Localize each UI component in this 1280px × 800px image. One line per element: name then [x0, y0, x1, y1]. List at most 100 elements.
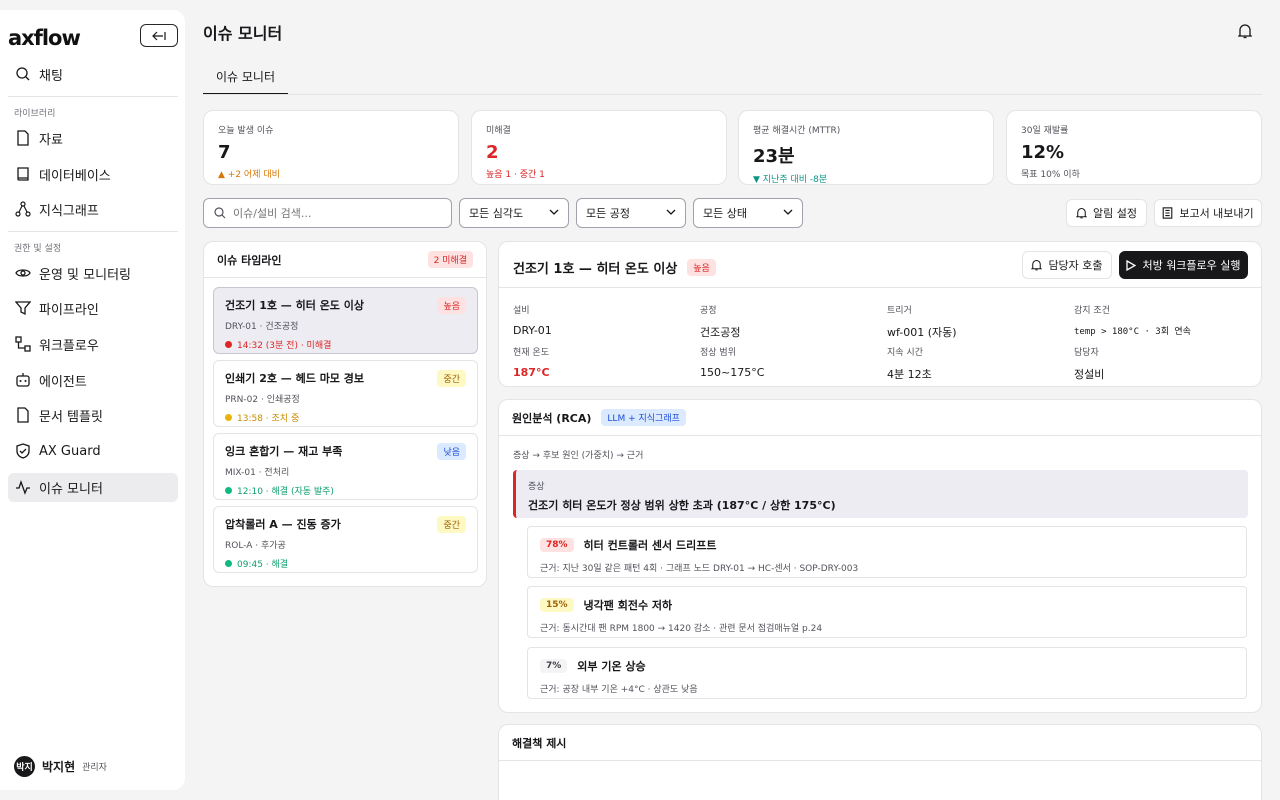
issue-status-text: 09:45 · 해결: [237, 560, 289, 570]
sidebar-item-agent[interactable]: 에이전트: [8, 366, 178, 395]
sidebar-item-knowledge-graph[interactable]: 지식그래프: [8, 195, 178, 224]
kpi-sub: ▲ +2 어제 대비: [218, 170, 280, 180]
status-dot: [225, 341, 232, 348]
shield-icon: [16, 443, 30, 459]
symptom-text: 건조기 히터 온도가 정상 범위 상한 초과 (187°C / 상한 175°C…: [528, 499, 836, 512]
field-trigger: 트리거 wf-001 (자동): [887, 303, 957, 340]
chevron-down-icon: [666, 209, 676, 215]
issue-title: 인쇄기 2호 — 헤드 마모 경보: [225, 372, 365, 385]
activity-icon: [16, 480, 30, 495]
bell-icon: [1031, 259, 1043, 271]
rca-header: 원인분석 (RCA) LLM + 지식그래프: [499, 400, 1261, 436]
issue-meta: DRY-01 · 건조공정: [225, 322, 299, 332]
bell-icon: [1076, 207, 1087, 219]
sidebar-item-doc-template[interactable]: 문서 템플릿: [8, 401, 178, 430]
sidebar-item-label: 채팅: [39, 69, 63, 84]
severity-select[interactable]: 모든 심각도: [459, 198, 569, 228]
cause-weight: 7%: [540, 659, 568, 673]
cause-title: 히터 컨트롤러 센서 드리프트: [583, 539, 717, 552]
issue-status-text: 12:10 · 해결 (자동 발주): [237, 487, 334, 497]
robot-icon: [16, 373, 30, 387]
detail-header: 건조기 1호 — 히터 온도 이상 높음: [513, 258, 716, 277]
issue-meta: MIX-01 · 전처리: [225, 468, 290, 478]
sidebar-item-label: 파이프라인: [39, 303, 99, 318]
cause-item[interactable]: 15% 냉각팬 회전수 저하 근거: 동시간대 팬 RPM 1800 → 1420…: [527, 586, 1247, 638]
kpi-sub: 높음 1 · 중간 1: [486, 170, 545, 180]
eye-icon: [15, 269, 31, 277]
call-assignee-button[interactable]: 담당자 호출: [1022, 251, 1112, 279]
field-duration: 지속 시간 4분 12초: [887, 345, 932, 382]
app-logo: axflow: [8, 26, 81, 50]
sidebar-item-chat[interactable]: 채팅: [8, 60, 178, 89]
field-label: 현재 온도: [513, 348, 549, 358]
user-profile[interactable]: 박지 박지현 관리자: [14, 756, 107, 777]
field-label: 설비: [513, 306, 530, 316]
search-box[interactable]: [203, 198, 452, 228]
alert-settings-button[interactable]: 알림 설정: [1066, 199, 1147, 227]
sidebar-item-operations[interactable]: 운영 및 모니터링: [8, 259, 178, 288]
run-workflow-button[interactable]: 처방 워크플로우 실행: [1119, 251, 1248, 279]
field-label: 담당자: [1074, 348, 1099, 358]
sidebar-item-documents[interactable]: 자료: [8, 124, 178, 153]
tab-issue-monitor[interactable]: 이슈 모니터: [203, 59, 288, 95]
timeline-title: 이슈 타임라인: [217, 253, 282, 267]
collapse-icon: [152, 31, 166, 40]
workflow-icon: [15, 336, 31, 352]
export-report-button[interactable]: 보고서 내보내기: [1154, 199, 1262, 227]
sidebar-item-ax-guard[interactable]: AX Guard: [8, 437, 178, 466]
cause-item[interactable]: 7% 외부 기온 상승 근거: 공장 내부 기온 +4°C · 상관도 낮음: [527, 647, 1247, 699]
page-title: 이슈 모니터: [203, 24, 283, 43]
search-icon: [214, 207, 226, 219]
cause-item[interactable]: 78% 히터 컨트롤러 센서 드리프트 근거: 지난 30일 같은 패턴 4회 ·…: [527, 526, 1247, 578]
user-name: 박지현: [42, 760, 76, 774]
process-select[interactable]: 모든 공정: [576, 198, 686, 228]
field-assignee: 담당자 정설비: [1074, 345, 1104, 382]
field-value: 187°C: [513, 366, 550, 379]
sidebar-item-database[interactable]: 데이터베이스: [8, 160, 178, 189]
divider: [499, 287, 1261, 288]
symptom-label: 증상: [528, 482, 545, 492]
issue-item[interactable]: 건조기 1호 — 히터 온도 이상 DRY-01 · 건조공정 14:32 (3…: [213, 287, 478, 354]
field-detect-condition: 감지 조건 temp > 180°C · 3회 연속: [1074, 303, 1191, 337]
field-value: 건조공정: [700, 326, 741, 339]
severity-badge: 높음: [687, 259, 716, 276]
notifications-button[interactable]: [1237, 23, 1253, 43]
status-dot: [225, 487, 232, 494]
divider: [8, 231, 178, 232]
sidebar-item-pipeline[interactable]: 파이프라인: [8, 294, 178, 323]
field-label: 정상 범위: [700, 348, 736, 358]
call-assignee-label: 담당자 호출: [1048, 259, 1103, 272]
search-input[interactable]: [233, 206, 433, 220]
sidebar-item-workflow[interactable]: 워크플로우: [8, 330, 178, 359]
sidebar-item-label: 에이전트: [39, 375, 87, 390]
divider: [8, 96, 178, 97]
issue-item[interactable]: 인쇄기 2호 — 헤드 마모 경보 PRN-02 · 인쇄공정 13:58 · …: [213, 360, 478, 427]
sidebar-item-issue-monitor[interactable]: 이슈 모니터: [8, 473, 178, 502]
sidebar-item-label: 문서 템플릿: [39, 410, 103, 425]
issue-detail-panel: 건조기 1호 — 히터 온도 이상 높음 담당자 호출 처방 워크플로우 실행 …: [498, 241, 1262, 387]
status-select[interactable]: 모든 상태: [693, 198, 803, 228]
severity-select-value: 모든 심각도: [469, 207, 524, 220]
severity-badge: 낮음: [437, 443, 466, 460]
kpi-value: 12%: [1021, 142, 1065, 163]
collapse-sidebar-button[interactable]: [140, 24, 178, 47]
kpi-label: 평균 해결시간 (MTTR): [753, 126, 841, 136]
chevron-down-icon: [783, 209, 793, 215]
kpi-sub: ▼ 지난주 대비 -8분: [753, 175, 828, 185]
kpi-card-today-issues: 오늘 발생 이슈 7 ▲ +2 어제 대비: [203, 110, 459, 185]
cause-evidence: 근거: 동시간대 팬 RPM 1800 → 1420 감소 · 관련 문서 점검…: [540, 624, 823, 634]
field-label: 지속 시간: [887, 348, 923, 358]
chevron-down-icon: [549, 209, 559, 215]
graph-icon: [15, 201, 31, 217]
issue-item[interactable]: 압착롤러 A — 진동 증가 ROL-A · 후가공 09:45 · 해결 중간: [213, 506, 478, 573]
avatar: 박지: [14, 756, 35, 777]
kpi-label: 오늘 발생 이슈: [218, 126, 274, 136]
play-icon: [1126, 259, 1137, 271]
issue-title: 잉크 혼합기 — 재고 부족: [225, 445, 343, 458]
issue-status: 13:58 · 조치 중: [225, 411, 466, 424]
field-equipment: 설비 DRY-01: [513, 303, 552, 337]
status-dot: [225, 414, 232, 421]
kpi-value: 2: [486, 142, 499, 163]
issue-item[interactable]: 잉크 혼합기 — 재고 부족 MIX-01 · 전처리 12:10 · 해결 (…: [213, 433, 478, 500]
cause-title: 냉각팬 회전수 저하: [583, 599, 673, 612]
